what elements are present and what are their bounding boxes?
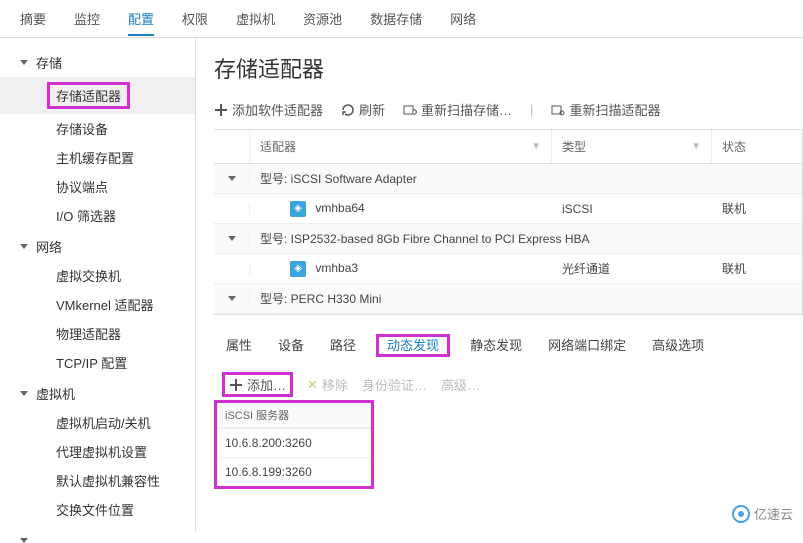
subtab-dynamic-discovery[interactable]: 动态发现	[380, 331, 446, 358]
subtab-advanced[interactable]: 高级选项	[650, 331, 706, 358]
col-type[interactable]: 类型▼	[552, 130, 712, 163]
col-status[interactable]: 状态	[712, 130, 802, 163]
table-row[interactable]: ◈ vmhba3 光纤通道 联机	[214, 254, 802, 284]
rescan-storage-button[interactable]: 重新扫描存储…	[403, 100, 512, 119]
sidebar-item-vmkernel[interactable]: VMkernel 适配器	[0, 290, 195, 319]
subtab-properties[interactable]: 属性	[224, 331, 254, 358]
tab-summary[interactable]: 摘要	[20, 1, 46, 36]
sidebar-group-network[interactable]: 网络	[0, 232, 195, 261]
filter-icon[interactable]: ▼	[531, 141, 541, 152]
add-discovery-button[interactable]: 添加…	[229, 375, 286, 394]
sidebar-group-label: 虚拟机	[36, 384, 75, 403]
rescan-adapter-button[interactable]: 重新扫描适配器	[551, 100, 660, 119]
caret-down-icon	[20, 60, 28, 65]
sidebar-item-physical-adapter[interactable]: 物理适配器	[0, 319, 195, 348]
close-icon: ✕	[307, 377, 318, 393]
main-panel: 存储适配器 添加软件适配器 刷新 重新扫描存储… | 重新扫描适配器	[196, 38, 803, 531]
sidebar-item-vm-proxy[interactable]: 代理虚拟机设置	[0, 437, 195, 466]
sidebar-group-label: 存储	[36, 53, 62, 72]
tab-network[interactable]: 网络	[450, 1, 476, 36]
highlight-box: 动态发现	[376, 334, 450, 357]
sidebar-item-vm-startup[interactable]: 虚拟机启动/关机	[0, 408, 195, 437]
tab-monitor[interactable]: 监控	[74, 1, 100, 36]
tab-config[interactable]: 配置	[128, 1, 154, 36]
discovery-list-header: iSCSI 服务器	[217, 403, 371, 428]
table-group-row[interactable]: 型号: PERC H330 Mini	[214, 284, 802, 314]
discovery-panel: 添加… ✕ 移除 身份验证… 高级… iSCSI 服务器 10.6.8.200:…	[214, 366, 803, 489]
tab-permission[interactable]: 权限	[182, 1, 208, 36]
caret-down-icon	[228, 176, 236, 181]
caret-down-icon	[20, 244, 28, 249]
advanced-button[interactable]: 高级…	[441, 375, 480, 394]
adapter-table: 适配器▼ 类型▼ 状态 型号: iSCSI Software Adapter ◈…	[214, 129, 803, 315]
add-software-adapter-button[interactable]: 添加软件适配器	[214, 100, 323, 119]
sidebar-item-vswitch[interactable]: 虚拟交换机	[0, 261, 195, 290]
sidebar-item-storage-adapters[interactable]: 存储适配器	[0, 77, 195, 114]
highlight-box: 添加…	[222, 372, 293, 397]
page-title: 存储适配器	[214, 52, 803, 84]
filter-icon[interactable]: ▼	[691, 141, 701, 152]
sidebar-item-host-cache[interactable]: 主机缓存配置	[0, 143, 195, 172]
plus-icon	[214, 103, 228, 117]
caret-down-icon	[228, 236, 236, 241]
sidebar-group-vm[interactable]: 虚拟机	[0, 379, 195, 408]
sub-tabs: 属性 设备 路径 动态发现 静态发现 网络端口绑定 高级选项	[214, 315, 803, 362]
sidebar-item-vm-compat[interactable]: 默认虚拟机兼容性	[0, 466, 195, 495]
caret-down-icon	[20, 391, 28, 396]
watermark: 亿速云	[732, 504, 793, 523]
table-group-row[interactable]: 型号: ISP2532-based 8Gb Fibre Channel to P…	[214, 224, 802, 254]
col-adapter[interactable]: 适配器▼	[250, 130, 552, 163]
table-group-row[interactable]: 型号: iSCSI Software Adapter	[214, 164, 802, 194]
sidebar-item-proto-endpoint[interactable]: 协议端点	[0, 172, 195, 201]
caret-down-icon	[228, 296, 236, 301]
auth-button[interactable]: 身份验证…	[362, 375, 427, 394]
discovery-toolbar: 添加… ✕ 移除 身份验证… 高级…	[214, 366, 803, 403]
subtab-static-discovery[interactable]: 静态发现	[468, 331, 524, 358]
separator: |	[530, 102, 533, 117]
tab-datastore[interactable]: 数据存储	[370, 1, 422, 36]
table-row[interactable]: ◈ vmhba64 iSCSI 联机	[214, 194, 802, 224]
refresh-icon	[341, 103, 355, 117]
rescan-adapter-icon	[551, 103, 565, 117]
tab-vm[interactable]: 虚拟机	[236, 1, 275, 36]
subtab-devices[interactable]: 设备	[276, 331, 306, 358]
highlight-box: 存储适配器	[47, 82, 130, 109]
sidebar-item-tcpip[interactable]: TCP/IP 配置	[0, 348, 195, 377]
table-header: 适配器▼ 类型▼ 状态	[214, 130, 802, 164]
discovery-row[interactable]: 10.6.8.199:3260	[217, 457, 371, 486]
main-toolbar: 添加软件适配器 刷新 重新扫描存储… | 重新扫描适配器	[214, 96, 803, 129]
watermark-logo-icon	[732, 505, 750, 523]
subtab-paths[interactable]: 路径	[328, 331, 358, 358]
sidebar-item-vm-swap[interactable]: 交换文件位置	[0, 495, 195, 524]
col-expand	[214, 130, 250, 163]
discovery-list: iSCSI 服务器 10.6.8.200:3260 10.6.8.199:326…	[214, 400, 374, 489]
sidebar: 存储 存储适配器 存储设备 主机缓存配置 协议端点 I/O 筛选器 网络 虚拟交…	[0, 38, 196, 531]
sidebar-group-system[interactable]: 系统	[0, 526, 195, 531]
tab-resource-pool[interactable]: 资源池	[303, 1, 342, 36]
discovery-row[interactable]: 10.6.8.200:3260	[217, 428, 371, 457]
adapter-icon: ◈	[290, 201, 306, 217]
sidebar-group-label: 网络	[36, 237, 62, 256]
sidebar-group-storage[interactable]: 存储	[0, 48, 195, 77]
top-tabs: 摘要 监控 配置 权限 虚拟机 资源池 数据存储 网络	[0, 0, 803, 38]
subtab-port-binding[interactable]: 网络端口绑定	[546, 331, 628, 358]
sidebar-item-io-filter[interactable]: I/O 筛选器	[0, 201, 195, 230]
rescan-storage-icon	[403, 103, 417, 117]
sidebar-item-storage-devices[interactable]: 存储设备	[0, 114, 195, 143]
remove-discovery-button[interactable]: ✕ 移除	[307, 375, 348, 394]
refresh-button[interactable]: 刷新	[341, 100, 385, 119]
adapter-icon: ◈	[290, 261, 306, 277]
plus-icon	[229, 378, 243, 392]
